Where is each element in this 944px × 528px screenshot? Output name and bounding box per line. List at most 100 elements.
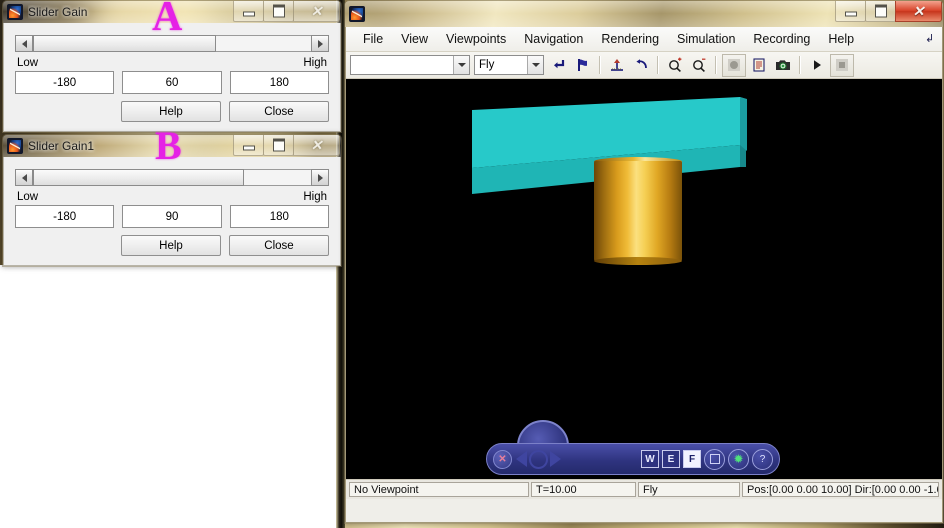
maximize-button[interactable] [263, 135, 294, 156]
capture-screenshot-button[interactable] [772, 55, 794, 76]
matlab-icon [7, 138, 23, 154]
cylinder-object [594, 161, 682, 261]
stop-simulation-button[interactable] [830, 53, 854, 77]
close-dialog-button[interactable]: Close [229, 235, 329, 256]
record-frame-button[interactable] [722, 53, 746, 77]
slider-decrement-button[interactable] [15, 35, 33, 52]
menu-navigation[interactable]: Navigation [515, 30, 592, 48]
navmode-combo[interactable]: Fly [474, 55, 544, 75]
status-bar: No Viewpoint T=10.00 Fly Pos:[0.00 0.00 … [346, 479, 942, 499]
close-button[interactable]: ✕ [293, 135, 340, 156]
window-controls: ✕ [233, 135, 340, 156]
gain-slider[interactable] [15, 169, 329, 186]
minimize-button[interactable] [233, 135, 264, 156]
status-nav-mode: Fly [638, 482, 740, 497]
slider-decrement-button[interactable] [15, 169, 33, 186]
view-all-button[interactable] [606, 55, 628, 76]
straighten-up-button[interactable] [548, 55, 570, 76]
close-icon: ✕ [310, 3, 323, 19]
max-value-field[interactable]: 180 [229, 71, 329, 94]
fly-mode-button[interactable]: F [683, 450, 701, 468]
examine-mode-button[interactable]: E [662, 450, 680, 468]
menu-help[interactable]: Help [819, 30, 863, 48]
help-button[interactable]: ? [752, 448, 773, 470]
dashboard-close-button[interactable]: ✕ [493, 449, 512, 469]
headlight-button[interactable]: ✹ [728, 448, 749, 470]
walk-mode-button[interactable]: W [641, 450, 659, 468]
current-value-field[interactable]: 60 [122, 71, 222, 94]
low-label: Low [17, 57, 39, 69]
menu-rendering[interactable]: Rendering [592, 30, 668, 48]
status-time: T=10.00 [531, 482, 636, 497]
headlight-icon: ✹ [733, 452, 744, 466]
pan-right-icon[interactable] [550, 451, 561, 467]
slider-thumb[interactable] [33, 35, 216, 52]
set-viewpoint-flag-button[interactable] [572, 55, 594, 76]
high-label: High [303, 191, 327, 203]
slider-increment-button[interactable] [311, 169, 329, 186]
navmode-combo-value: Fly [479, 59, 495, 71]
menu-viewpoints[interactable]: Viewpoints [437, 30, 515, 48]
window-controls: ✕ [835, 1, 942, 22]
fit-view-button[interactable] [704, 448, 725, 470]
close-button[interactable]: ✕ [895, 1, 942, 22]
help-button[interactable]: Help [121, 101, 221, 122]
record-frame-icon [728, 59, 740, 71]
menu-bar: File View Viewpoints Navigation Renderin… [346, 27, 942, 52]
slider-thumb[interactable] [33, 169, 244, 186]
menu-file[interactable]: File [354, 30, 392, 48]
vrml-canvas[interactable]: ✕ W E F ✹ ? [346, 79, 942, 479]
return-arrow-icon [554, 60, 565, 69]
close-icon: ✕ [912, 3, 925, 19]
maximize-button[interactable] [263, 1, 294, 22]
minimize-button[interactable] [835, 1, 866, 22]
min-value-field[interactable]: -180 [15, 205, 115, 228]
dialog-buttons: Help Close [15, 235, 329, 256]
high-label: High [303, 57, 327, 69]
dashboard-arrow-controls[interactable] [516, 449, 561, 469]
toolbar-separator [715, 56, 717, 74]
status-viewpoint: No Viewpoint [349, 482, 529, 497]
matlab-icon [349, 6, 365, 22]
close-dialog-button[interactable]: Close [229, 101, 329, 122]
navigation-dashboard[interactable]: ✕ W E F ✹ ? [486, 443, 780, 475]
slider-range-labels: Low High [17, 191, 327, 203]
max-value-field[interactable]: 180 [229, 205, 329, 228]
zoom-out-button[interactable] [688, 55, 710, 76]
zoom-out-icon [693, 58, 706, 72]
slider-increment-button[interactable] [311, 35, 329, 52]
camera-icon [776, 60, 790, 70]
button-spacer [15, 235, 113, 256]
dashboard-right-controls: W E F ✹ ? [641, 448, 773, 470]
min-value-field[interactable]: -180 [15, 71, 115, 94]
viewer-content: File View Viewpoints Navigation Renderin… [345, 27, 943, 523]
cylinder-bottom-cap [594, 257, 682, 265]
minimize-button[interactable] [233, 1, 264, 22]
desktop-empty-area [0, 265, 336, 528]
dialog-buttons: Help Close [15, 101, 329, 122]
reset-view-button[interactable] [630, 55, 652, 76]
center-ring-icon[interactable] [529, 449, 548, 469]
toolbar-separator [657, 56, 659, 74]
menu-overflow-icon[interactable]: ↳ [925, 32, 934, 45]
chevron-down-icon[interactable] [453, 56, 469, 74]
simulink-block-button[interactable] [748, 55, 770, 76]
slider-range-labels: Low High [17, 57, 327, 69]
start-simulation-button[interactable] [806, 55, 828, 76]
zoom-in-button[interactable] [664, 55, 686, 76]
viewer-titlebar[interactable]: ✕ [345, 1, 943, 27]
maximize-button[interactable] [865, 1, 896, 22]
viewpoint-combo[interactable] [350, 55, 470, 75]
close-icon: ✕ [310, 137, 323, 153]
help-button[interactable]: Help [121, 235, 221, 256]
menu-recording[interactable]: Recording [744, 30, 819, 48]
flag-icon [578, 59, 587, 71]
current-value-field[interactable]: 90 [122, 205, 222, 228]
menu-view[interactable]: View [392, 30, 437, 48]
slider-track[interactable] [33, 169, 311, 186]
menu-simulation[interactable]: Simulation [668, 30, 744, 48]
close-button[interactable]: ✕ [293, 1, 340, 22]
chevron-down-icon[interactable] [527, 56, 543, 74]
pan-left-icon[interactable] [516, 451, 527, 467]
toolbar-separator [799, 56, 801, 74]
